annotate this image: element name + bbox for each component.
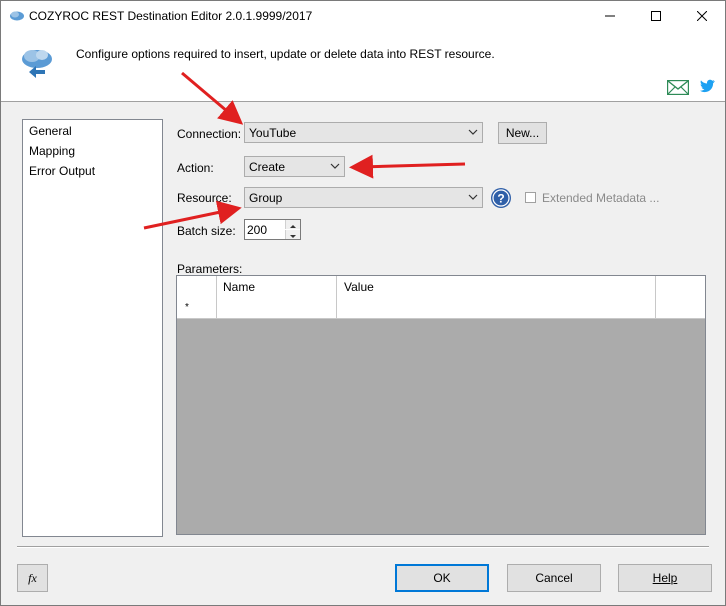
expression-button[interactable]: fx — [17, 564, 48, 592]
page-navigation-list: General Mapping Error Output — [22, 119, 163, 537]
svg-text:?: ? — [497, 192, 504, 206]
extended-metadata-label: Extended Metadata ... — [542, 191, 660, 205]
close-button[interactable] — [679, 1, 725, 32]
chevron-down-icon — [468, 125, 478, 142]
nav-item-error-output[interactable]: Error Output — [29, 164, 95, 178]
chevron-down-icon — [330, 159, 340, 176]
close-icon — [696, 10, 708, 22]
column-header-name[interactable]: Name — [223, 280, 255, 294]
editor-window: COZYROC REST Destination Editor 2.0.1.99… — [0, 0, 726, 606]
connection-dropdown[interactable]: YouTube — [244, 122, 483, 143]
window-title: COZYROC REST Destination Editor 2.0.1.99… — [29, 9, 313, 23]
maximize-button[interactable] — [633, 1, 679, 32]
grid-header-row: Name Value — [177, 276, 705, 298]
column-header-value[interactable]: Value — [344, 280, 374, 294]
action-dropdown[interactable]: Create — [244, 156, 345, 177]
email-icon[interactable] — [666, 79, 690, 98]
help-button[interactable]: Help — [618, 564, 712, 592]
chevron-down-icon — [468, 190, 478, 207]
batch-size-stepper[interactable]: 200 — [244, 219, 301, 240]
cozyroc-cloud-icon — [9, 10, 25, 25]
ok-button[interactable]: OK — [395, 564, 489, 592]
extended-metadata-checkbox[interactable] — [525, 192, 536, 203]
connection-label: Connection: — [177, 127, 242, 141]
cloud-arrow-icon — [19, 46, 55, 83]
spin-up-icon[interactable] — [285, 220, 300, 229]
parameters-grid[interactable]: Name Value * — [176, 275, 706, 535]
batch-size-value: 200 — [247, 223, 268, 237]
nav-item-mapping[interactable]: Mapping — [29, 144, 75, 158]
table-row[interactable]: * — [177, 297, 705, 319]
cancel-button[interactable]: Cancel — [507, 564, 601, 592]
header-description: Configure options required to insert, up… — [76, 47, 495, 61]
nav-item-general[interactable]: General — [29, 124, 72, 138]
minimize-icon — [605, 15, 615, 17]
help-circle-icon[interactable]: ? — [490, 187, 512, 212]
connection-value: YouTube — [249, 126, 297, 140]
title-bar: COZYROC REST Destination Editor 2.0.1.99… — [1, 1, 725, 32]
arrow-to-action — [349, 154, 466, 179]
minimize-button[interactable] — [587, 1, 633, 32]
twitter-icon[interactable] — [700, 79, 716, 96]
batch-size-label: Batch size: — [177, 224, 236, 238]
action-value: Create — [249, 160, 286, 174]
action-label: Action: — [177, 161, 214, 175]
resource-label: Resource: — [177, 191, 232, 205]
new-row-marker: * — [185, 302, 189, 313]
spin-down-icon[interactable] — [285, 230, 300, 239]
resource-dropdown[interactable]: Group — [244, 187, 483, 208]
parameters-label: Parameters: — [177, 262, 243, 276]
header-panel: Configure options required to insert, up… — [1, 32, 725, 102]
new-connection-button[interactable]: New... — [498, 122, 547, 144]
resource-value: Group — [249, 191, 283, 205]
maximize-icon — [651, 11, 661, 21]
